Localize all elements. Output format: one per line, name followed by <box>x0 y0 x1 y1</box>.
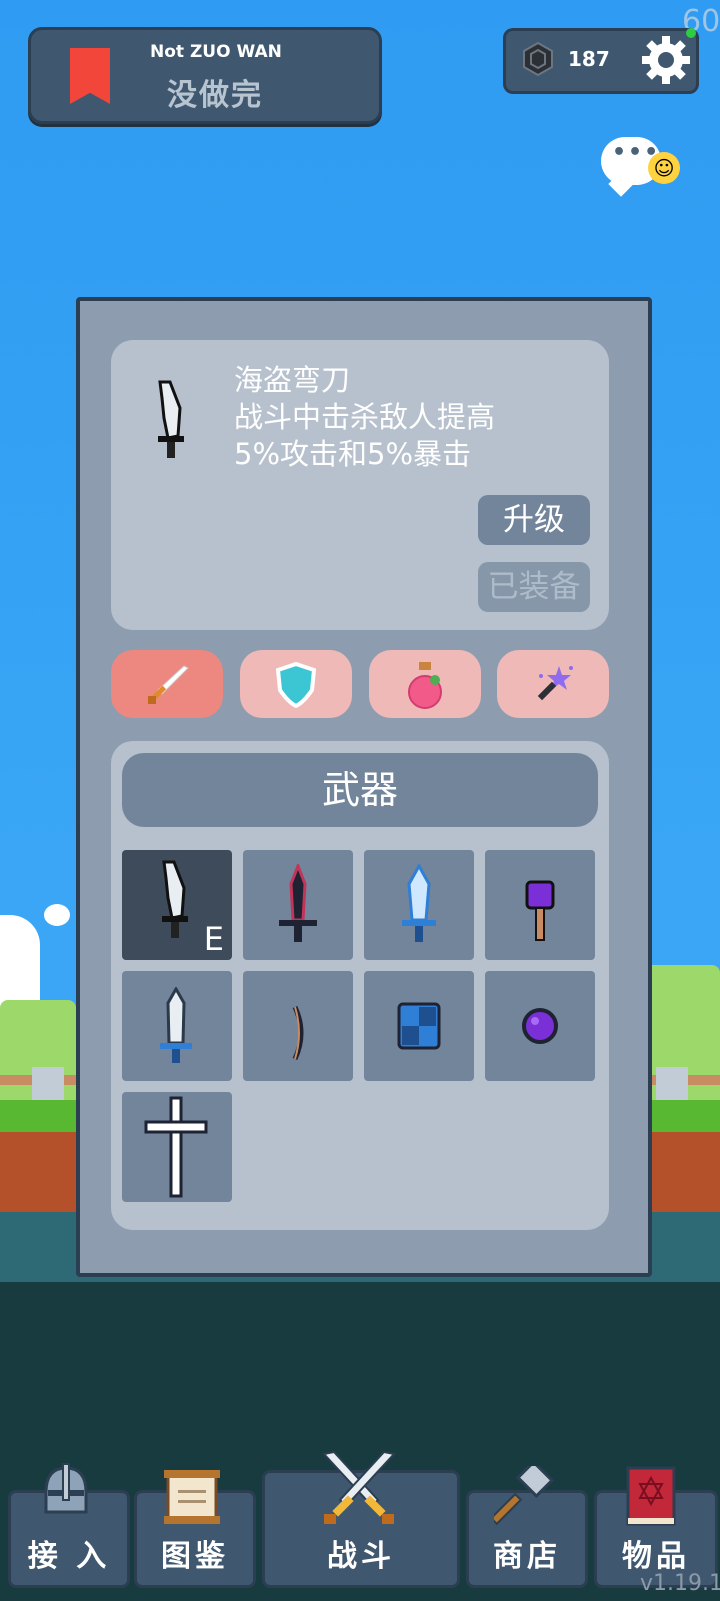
tab-armor[interactable] <box>240 650 352 718</box>
pirate-cutlass-icon <box>158 380 184 458</box>
knight-helmet-icon <box>44 1463 88 1514</box>
spellbook-icon <box>626 1466 676 1526</box>
shield-icon <box>275 662 317 708</box>
purple-staff-icon <box>525 880 555 941</box>
version-label: v1.19.1 <box>640 1571 720 1596</box>
purple-orb-icon <box>522 1008 558 1044</box>
online-indicator <box>686 28 696 38</box>
cross-icon <box>144 1096 208 1198</box>
inventory-slot[interactable] <box>243 850 353 960</box>
inventory-title: 武器 <box>122 753 598 827</box>
equipped-marker: E <box>203 920 224 958</box>
pirate-cutlass-icon <box>162 860 188 938</box>
gravestone <box>32 1067 64 1101</box>
settings-gear-icon[interactable] <box>640 34 692 86</box>
tab-magic[interactable] <box>497 650 609 718</box>
upgrade-button[interactable]: 升级 <box>478 495 590 545</box>
gravestone <box>656 1067 688 1101</box>
crossed-swords-icon <box>322 1450 396 1524</box>
nav-connect-label: 接 入 <box>27 1539 111 1574</box>
nav-codex-label: 图鉴 <box>161 1539 229 1574</box>
game-subtitle-cn: 没做完 <box>167 78 263 113</box>
inventory-slot[interactable] <box>122 971 232 1081</box>
potion-icon <box>408 662 442 709</box>
equipped-button[interactable]: 已装备 <box>478 562 590 612</box>
scroll-icon <box>164 1470 220 1524</box>
cloud <box>44 904 70 926</box>
gem-icon <box>523 41 553 77</box>
inventory-slot[interactable]: E <box>122 850 232 960</box>
magic-wand-icon <box>537 666 573 701</box>
inventory-slot[interactable] <box>364 971 474 1081</box>
hammer-icon <box>494 1466 555 1526</box>
item-description: 海盗弯刀 战斗中击杀敌人提高 5%攻击和5%暴击 <box>234 362 495 473</box>
inventory-slot[interactable] <box>243 971 353 1081</box>
sword-icon <box>148 665 189 704</box>
item-name: 海盗弯刀 <box>234 363 351 397</box>
item-effect-line1: 战斗中击杀敌人提高 <box>234 400 496 434</box>
smiley-icon: ☺ <box>648 152 680 184</box>
inventory-slot[interactable] <box>485 850 595 960</box>
nav-items-label: 物品 <box>622 1539 690 1574</box>
game-subtitle-en: Not ZUO WAN <box>150 42 282 62</box>
tab-potions[interactable] <box>369 650 481 718</box>
nav-battle-label: 战斗 <box>327 1539 395 1574</box>
dark-dagger-icon <box>279 864 317 942</box>
ice-sword-icon <box>402 864 436 942</box>
blue-short-sword-icon <box>160 987 192 1063</box>
nav-shop-label: 商店 <box>493 1539 561 1574</box>
blue-shield-icon <box>397 1002 441 1050</box>
inventory-slot[interactable] <box>364 850 474 960</box>
gem-count: 187 <box>568 47 610 71</box>
inventory-slot[interactable] <box>122 1092 232 1202</box>
inventory-slot[interactable] <box>485 971 595 1081</box>
tab-weapons[interactable] <box>111 650 223 718</box>
bow-icon <box>292 1005 304 1061</box>
item-effect-line2: 5%攻击和5%暴击 <box>234 437 472 471</box>
